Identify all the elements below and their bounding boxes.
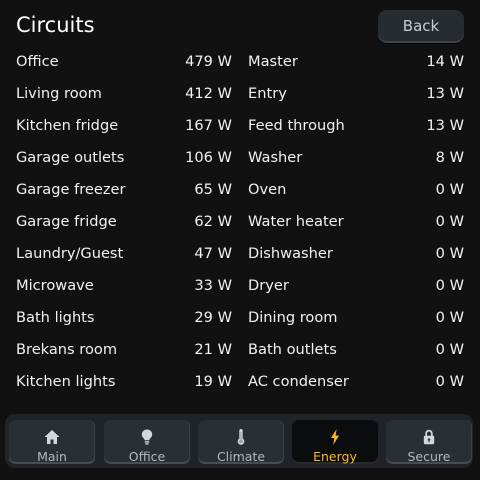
home-icon xyxy=(9,428,95,446)
circuit-power: 0 W xyxy=(435,277,464,294)
circuit-power: 21 W xyxy=(194,341,232,358)
tab-label: Energy xyxy=(313,449,357,464)
circuit-row: Kitchen fridge 167 W xyxy=(16,110,232,142)
bottom-nav: Main Office Climate Energy Secure xyxy=(5,414,473,468)
circuit-row: AC condenser 0 W xyxy=(248,366,464,398)
circuit-row: Kitchen lights 19 W xyxy=(16,366,232,398)
circuit-name: Water heater xyxy=(248,213,344,230)
circuit-row: Oven 0 W xyxy=(248,174,464,206)
circuit-name: Garage outlets xyxy=(16,149,125,166)
circuit-row: Garage fridge 62 W xyxy=(16,206,232,238)
circuit-name: Feed through xyxy=(248,117,345,134)
page-title: Circuits xyxy=(16,13,95,37)
circuit-power: 167 W xyxy=(185,117,232,134)
lightning-icon xyxy=(292,428,378,446)
circuit-name: Master xyxy=(248,53,298,70)
circuit-name: Kitchen fridge xyxy=(16,117,119,134)
circuit-power: 13 W xyxy=(426,85,464,102)
circuit-row: Living room 412 W xyxy=(16,78,232,110)
circuit-row: Water heater 0 W xyxy=(248,206,464,238)
circuit-power: 14 W xyxy=(426,53,464,70)
circuit-name: Garage freezer xyxy=(16,181,126,198)
tab-label: Secure xyxy=(407,449,451,464)
circuit-row: Bath outlets 0 W xyxy=(248,334,464,366)
circuit-row: Dining room 0 W xyxy=(248,302,464,334)
circuit-row: Dishwasher 0 W xyxy=(248,238,464,270)
circuit-name: Microwave xyxy=(16,277,94,294)
circuit-power: 62 W xyxy=(194,213,232,230)
circuit-power: 0 W xyxy=(435,373,464,390)
circuit-column-right: Master 14 W Entry 13 W Feed through 13 W Wa… xyxy=(248,46,464,398)
circuit-power: 0 W xyxy=(435,309,464,326)
circuit-name: Dining room xyxy=(248,309,338,326)
circuit-row: Office 479 W xyxy=(16,46,232,78)
circuit-name: Living room xyxy=(16,85,102,102)
circuit-power: 0 W xyxy=(435,181,464,198)
circuit-name: AC condenser xyxy=(248,373,349,390)
tab-energy[interactable]: Energy xyxy=(292,420,378,464)
circuit-power: 8 W xyxy=(435,149,464,166)
circuit-row: Washer 8 W xyxy=(248,142,464,174)
lightbulb-icon xyxy=(104,428,190,446)
circuit-power: 0 W xyxy=(435,213,464,230)
circuit-name: Entry xyxy=(248,85,287,102)
circuit-row: Garage freezer 65 W xyxy=(16,174,232,206)
thermometer-icon xyxy=(198,428,284,446)
circuit-row: Bath lights 29 W xyxy=(16,302,232,334)
circuit-row: Laundry/Guest 47 W xyxy=(16,238,232,270)
circuit-row: Brekans room 21 W xyxy=(16,334,232,366)
circuit-power: 19 W xyxy=(194,373,232,390)
circuit-row: Master 14 W xyxy=(248,46,464,78)
circuit-name: Bath outlets xyxy=(248,341,337,358)
circuit-power: 412 W xyxy=(185,85,232,102)
circuit-power: 33 W xyxy=(194,277,232,294)
circuit-row: Garage outlets 106 W xyxy=(16,142,232,174)
circuit-name: Oven xyxy=(248,181,287,198)
circuit-name: Dishwasher xyxy=(248,245,333,262)
circuit-row: Entry 13 W xyxy=(248,78,464,110)
circuit-column-left: Office 479 W Living room 412 W Kitchen fri… xyxy=(16,46,232,398)
circuit-name: Washer xyxy=(248,149,303,166)
tab-label: Office xyxy=(128,449,166,464)
tab-climate[interactable]: Climate xyxy=(198,420,284,464)
lock-icon xyxy=(386,428,472,446)
circuit-row: Feed through 13 W xyxy=(248,110,464,142)
circuit-name: Garage fridge xyxy=(16,213,117,230)
back-button[interactable]: Back xyxy=(378,10,464,43)
circuit-row: Dryer 0 W xyxy=(248,270,464,302)
circuit-power: 106 W xyxy=(185,149,232,166)
circuit-name: Kitchen lights xyxy=(16,373,116,390)
circuit-power: 47 W xyxy=(194,245,232,262)
tab-secure[interactable]: Secure xyxy=(386,420,472,464)
circuit-power: 29 W xyxy=(194,309,232,326)
circuit-name: Dryer xyxy=(248,277,289,294)
circuit-name: Laundry/Guest xyxy=(16,245,124,262)
circuit-power: 0 W xyxy=(435,245,464,262)
tab-label: Main xyxy=(37,449,67,464)
circuit-name: Brekans room xyxy=(16,341,118,358)
circuit-power: 13 W xyxy=(426,117,464,134)
circuit-power: 65 W xyxy=(194,181,232,198)
circuit-power: 479 W xyxy=(185,53,232,70)
tab-office[interactable]: Office xyxy=(104,420,190,464)
circuit-row: Microwave 33 W xyxy=(16,270,232,302)
circuit-name: Bath lights xyxy=(16,309,95,326)
tab-main[interactable]: Main xyxy=(9,420,95,464)
circuit-name: Office xyxy=(16,53,59,70)
tab-label: Climate xyxy=(216,449,266,464)
circuit-power: 0 W xyxy=(435,341,464,358)
